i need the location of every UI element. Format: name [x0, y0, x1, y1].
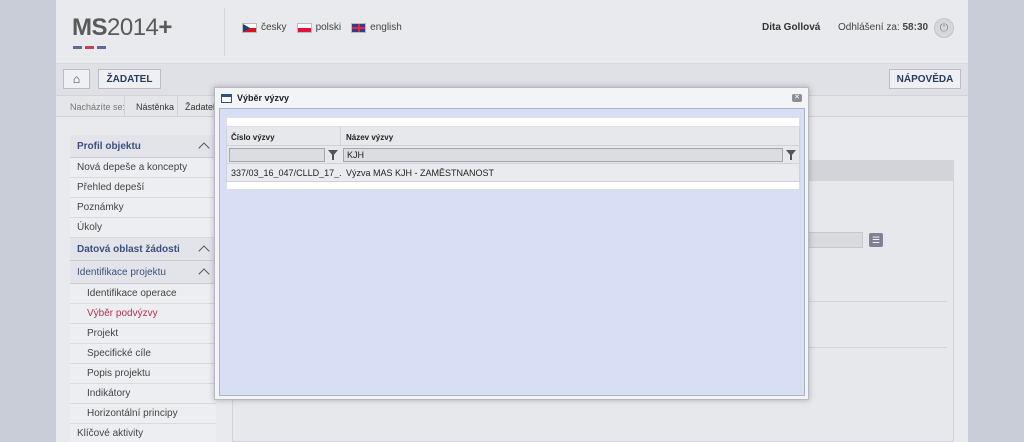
cell-nazev: Výzva MAS KJH - ZAMĚSTNANOST [346, 167, 495, 178]
chevron-up-icon [198, 142, 210, 154]
content-divider [807, 347, 947, 348]
grid-filter-row: KJH [226, 146, 800, 164]
zadatel-button[interactable]: ŽADATEL [98, 69, 161, 89]
breadcrumb-item-nastenka[interactable]: Nástěnka [136, 102, 174, 112]
header-divider [224, 8, 225, 56]
column-header-nazev[interactable]: Název výzvy [341, 127, 799, 145]
content-divider [807, 301, 947, 302]
select-call-dialog: Výběr výzvy ✕ Číslo výzvy Název výzvy KJ… [214, 87, 809, 400]
calls-grid: Číslo výzvy Název výzvy KJH 337/03_16_04… [226, 117, 800, 190]
logout-timer: Odhlášení za: 58:30 [838, 22, 929, 33]
sidebar-item-popis-projektu[interactable]: Popis projektu [70, 364, 216, 384]
dialog-titlebar: Výběr výzvy [215, 88, 808, 108]
sidebar-head-datova-oblast[interactable]: Datová oblast žádosti [70, 238, 216, 261]
sidebar-item-klicove-aktivity[interactable]: Klíčové aktivity [70, 424, 216, 442]
sidebar-item-indikatory[interactable]: Indikátory [70, 384, 216, 404]
filter-icon[interactable] [328, 149, 338, 160]
sidebar-head-identifikace-projektu[interactable]: Identifikace projektu [70, 261, 216, 284]
filter-icon[interactable] [786, 149, 796, 160]
sidebar-item-poznamky[interactable]: Poznámky [70, 198, 216, 218]
sidebar-item-horizontalni-principy[interactable]: Horizontální principy [70, 404, 216, 424]
window-icon [221, 93, 232, 103]
power-icon[interactable]: ⏻ [934, 18, 954, 38]
sidebar-item-identifikace-operace[interactable]: Identifikace operace [70, 284, 216, 304]
home-icon: ⌂ [72, 72, 81, 86]
dialog-title: Výběr výzvy [237, 93, 290, 103]
sidebar: Profil objektu Nová depeše a koncepty Př… [70, 135, 216, 442]
lang-polish[interactable]: polski [296, 22, 341, 33]
grid-toolbar [226, 117, 800, 127]
list-icon[interactable]: ☰ [869, 233, 883, 247]
chevron-up-icon [198, 268, 210, 280]
logo-bars [73, 40, 109, 52]
lang-czech[interactable]: česky [242, 22, 287, 33]
grid-footer [226, 182, 800, 190]
dialog-body: Číslo výzvy Název výzvy KJH 337/03_16_04… [219, 108, 805, 396]
chevron-up-icon [198, 245, 210, 257]
content-field[interactable] [807, 232, 863, 248]
filter-cislo-input[interactable] [229, 147, 325, 162]
cell-cislo: 337/03_16_047/CLLD_17_... [231, 167, 341, 178]
filter-nazev-input[interactable]: KJH [343, 147, 783, 162]
column-header-cislo[interactable]: Číslo výzvy [227, 127, 341, 145]
sidebar-item-nova-depese[interactable]: Nová depeše a koncepty [70, 158, 216, 178]
sidebar-head-profil[interactable]: Profil objektu [70, 135, 216, 158]
sidebar-item-ukoly[interactable]: Úkoly [70, 218, 216, 238]
ms2014-logo: MS2014+ [72, 14, 172, 41]
sidebar-item-vyber-podvyzvy[interactable]: Výběr podvýzvy [70, 304, 216, 324]
close-icon[interactable]: ✕ [792, 94, 802, 102]
table-row[interactable]: 337/03_16_047/CLLD_17_... Výzva MAS KJH … [226, 164, 800, 182]
breadcrumb-item-zadatel[interactable]: Žadatel [185, 102, 215, 112]
language-switcher: česky polski english [242, 22, 402, 33]
sidebar-item-specificke-cile[interactable]: Specifické cíle [70, 344, 216, 364]
lang-english[interactable]: english [351, 22, 402, 33]
uk-flag-icon [351, 22, 367, 33]
sidebar-item-projekt[interactable]: Projekt [70, 324, 216, 344]
breadcrumb-divider [124, 96, 125, 117]
breadcrumb-prefix: Nacházíte se: [70, 102, 126, 112]
czech-flag-icon [242, 22, 257, 33]
user-name: Dita Gollová [762, 22, 821, 33]
help-button[interactable]: NÁPOVĚDA [889, 69, 961, 89]
polish-flag-icon [296, 22, 312, 33]
header: MS2014+ česky polski english Dita Gollov… [56, 0, 968, 64]
breadcrumb-divider [177, 96, 178, 117]
grid-header: Číslo výzvy Název výzvy [226, 127, 800, 146]
sidebar-item-prehled-depesi[interactable]: Přehled depeší [70, 178, 216, 198]
home-button[interactable]: ⌂ [63, 69, 90, 89]
